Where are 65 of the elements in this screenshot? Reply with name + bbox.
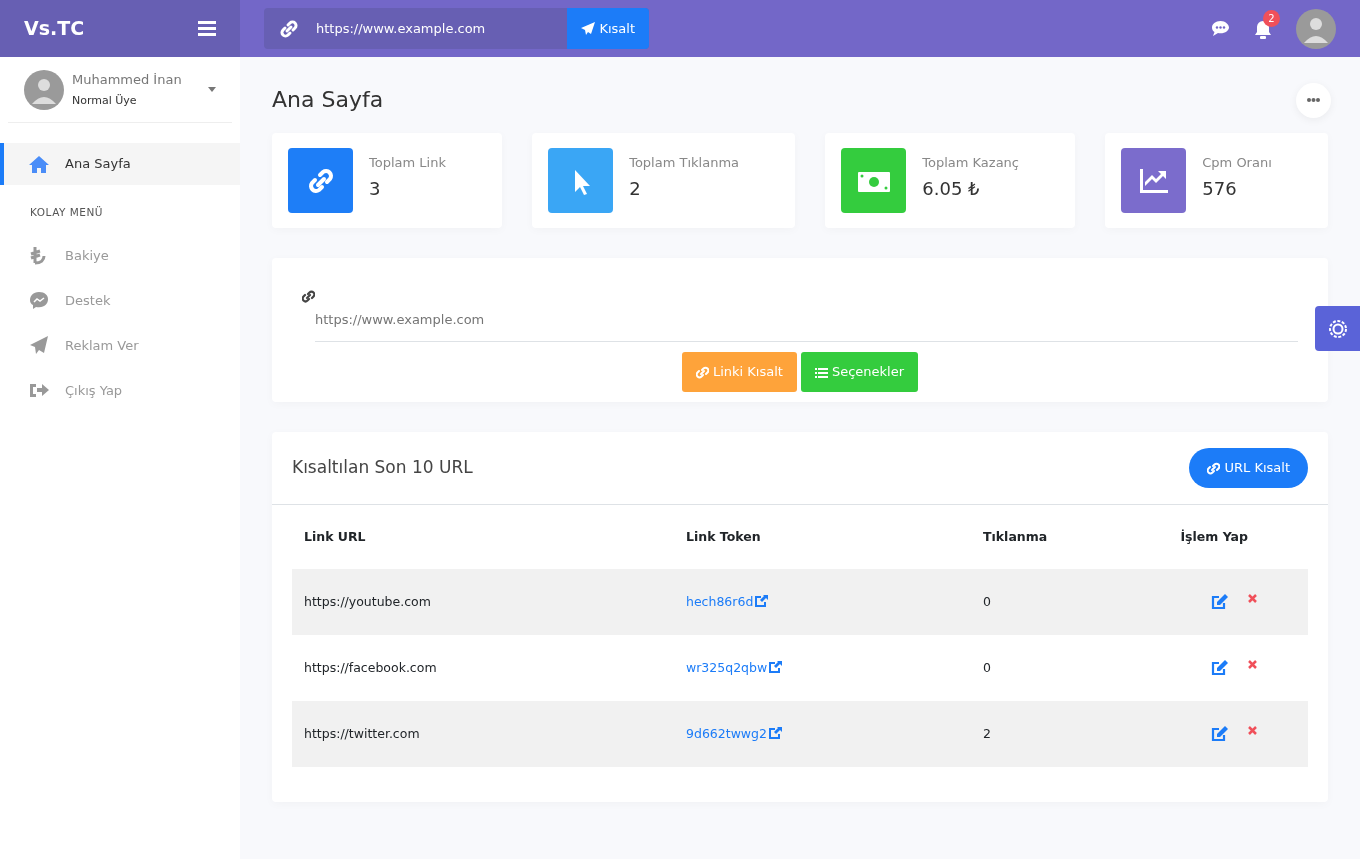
link-icon (1207, 461, 1221, 475)
external-link-icon (755, 593, 770, 607)
delete-icon[interactable] (1248, 593, 1257, 603)
brand-logo[interactable]: Vs.TC (24, 14, 85, 43)
column-header: Tıklanma (971, 505, 1117, 569)
token-link[interactable]: 9d662twwg2 (686, 725, 783, 741)
edit-icon[interactable] (1211, 594, 1228, 611)
stat-value: 2 (629, 177, 642, 202)
column-header: Link URL (292, 505, 674, 569)
edit-icon[interactable] (1211, 660, 1228, 677)
sidebar-item[interactable]: Ana Sayfa (0, 143, 240, 185)
column-header: İşlem Yap (1116, 505, 1308, 569)
stat-label: Toplam Link (369, 153, 446, 172)
paper-plane-icon (581, 22, 596, 35)
delete-icon[interactable] (1248, 725, 1257, 735)
options-button[interactable]: Seçenekler (800, 352, 919, 392)
url-field[interactable]: https://www.example.com Kısalt (264, 8, 649, 49)
avatar[interactable] (1296, 8, 1336, 49)
stat-label: Toplam Kazanç (922, 153, 1019, 172)
list-icon (814, 365, 828, 379)
settings-icon (1326, 317, 1349, 340)
link-icon (695, 365, 709, 379)
avatar (24, 69, 64, 110)
table-cell: https://twitter.com (292, 701, 674, 767)
link-icon (280, 19, 298, 38)
token-link[interactable]: hech86r6d (686, 593, 770, 609)
external-link-icon (769, 725, 783, 739)
more-icon (1307, 98, 1320, 102)
stat-label: Cpm Oranı (1202, 153, 1272, 172)
section-label: KOLAY MENÜ (29, 205, 105, 220)
shorten-button[interactable]: Kısalt (567, 8, 649, 49)
user-role: Normal Üye (72, 92, 138, 109)
column-header: Link Token (674, 505, 971, 569)
shorten-link-button[interactable]: Linki Kısalt (681, 352, 797, 392)
stat-value: 6.05 ₺ (922, 177, 981, 202)
paper-plane-icon (28, 335, 50, 356)
stat-value: 3 (369, 177, 382, 202)
external-link-icon (769, 659, 784, 673)
edit-icon[interactable] (1211, 726, 1228, 743)
user-name: Muhammed İnan (72, 71, 183, 89)
messenger-icon (28, 290, 50, 311)
shorten-url-button[interactable]: URL Kısalt (1189, 448, 1308, 488)
stat-label: Toplam Tıklanma (629, 153, 739, 172)
table-cell: 2 (971, 701, 1117, 767)
delete-icon[interactable] (1248, 659, 1257, 669)
sidebar-item[interactable]: Reklam Ver (0, 322, 240, 368)
settings-button[interactable] (1315, 306, 1360, 351)
menu-icon[interactable] (198, 21, 216, 36)
link-icon (302, 290, 315, 303)
more-button[interactable] (1296, 82, 1331, 118)
table-cell: https://facebook.com (292, 635, 674, 701)
table-cell: 0 (971, 569, 1117, 635)
stat-value: 576 (1202, 177, 1238, 202)
caret-icon[interactable] (208, 87, 216, 92)
notification-count: 2 (1263, 9, 1280, 27)
sidebar-item[interactable]: Bakiye (0, 232, 240, 278)
home-icon (28, 154, 50, 174)
table-cell: https://youtube.com (292, 569, 674, 635)
token-link[interactable]: wr325q2qbw (686, 659, 784, 675)
page-title: Ana Sayfa (272, 86, 384, 114)
sidebar-item[interactable]: Çıkış Yap (0, 367, 240, 413)
chat-icon[interactable] (1211, 20, 1230, 37)
section-title: Kısaltılan Son 10 URL (292, 456, 473, 480)
table-cell: 0 (971, 635, 1117, 701)
sidebar-item[interactable]: Destek (0, 277, 240, 323)
